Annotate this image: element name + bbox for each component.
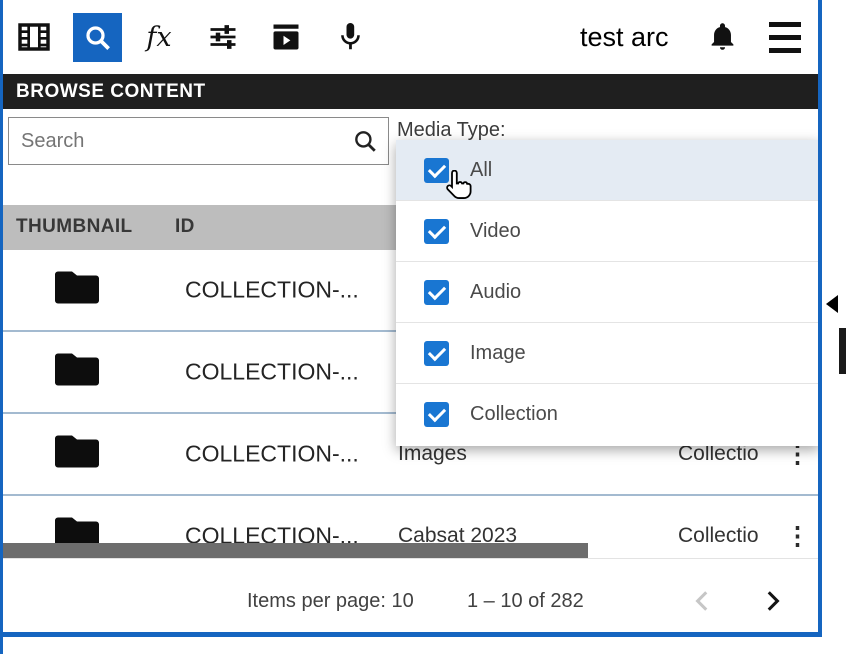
horizontal-scrollbar[interactable] (3, 543, 588, 558)
hamburger-icon (769, 48, 801, 53)
page-title: BROWSE CONTENT (16, 81, 206, 103)
folder-icon (53, 350, 101, 395)
items-per-page[interactable]: Items per page: 10 (247, 590, 414, 613)
window-frame-left (0, 0, 3, 654)
video-library-icon (271, 23, 301, 51)
microphone-icon (336, 21, 364, 53)
hamburger-icon (769, 22, 801, 27)
folder-icon (53, 432, 101, 477)
toolbar: fx test (3, 0, 818, 74)
filters-button[interactable] (199, 13, 247, 61)
media-type-label: Media Type: (397, 119, 506, 142)
option-label: Collection (470, 403, 558, 426)
film-strip-icon (18, 22, 50, 52)
effects-button[interactable]: fx (135, 13, 183, 61)
chevron-right-icon (759, 588, 785, 614)
bell-icon (708, 21, 737, 52)
row-type: Collectio (678, 524, 759, 548)
media-type-option-video[interactable]: Video (396, 201, 820, 262)
checkbox-checked-icon[interactable] (424, 402, 449, 427)
pagination-bar: Items per page: 10 1 – 10 of 282 (3, 558, 818, 632)
checkbox-checked-icon[interactable] (424, 280, 449, 305)
main-menu-button[interactable] (761, 13, 809, 61)
row-id: COLLECTION-... (185, 359, 359, 386)
items-per-page-value[interactable]: 10 (392, 590, 414, 612)
option-label: Video (470, 220, 521, 243)
search-box (8, 117, 389, 165)
film-strip-icon[interactable] (10, 13, 58, 61)
search-icon (83, 23, 113, 53)
items-per-page-label: Items per page: (247, 590, 386, 612)
chevron-left-icon (690, 588, 716, 614)
search-tab-button[interactable] (73, 13, 122, 62)
media-type-option-collection[interactable]: Collection (396, 384, 820, 445)
vertical-scrollbar[interactable] (839, 328, 846, 374)
page-range-label: 1 – 10 of 282 (467, 590, 584, 613)
row-id: COLLECTION-... (185, 277, 359, 304)
sliders-icon (208, 23, 238, 51)
search-input[interactable] (21, 130, 352, 153)
folder-icon (53, 268, 101, 313)
window-frame-bottom (0, 632, 822, 637)
row-id: COLLECTION-... (185, 441, 359, 468)
right-gutter (822, 0, 846, 654)
mouse-cursor-icon (441, 170, 472, 208)
notifications-button[interactable] (698, 12, 746, 60)
row-kebab-menu-icon[interactable]: ⋮ (785, 521, 810, 551)
column-header-id[interactable]: ID (175, 216, 195, 238)
voice-search-button[interactable] (326, 13, 374, 61)
section-header: BROWSE CONTENT (3, 74, 818, 109)
window-frame-right (818, 0, 822, 637)
app-window: fx test (0, 0, 846, 654)
fx-icon: fx (146, 22, 171, 53)
account-label[interactable]: test arc (580, 22, 669, 53)
media-type-option-audio[interactable]: Audio (396, 262, 820, 323)
previous-page-button[interactable] (683, 581, 723, 621)
panel-collapse-arrow-icon[interactable] (826, 295, 838, 313)
media-library-button[interactable] (262, 13, 310, 61)
checkbox-checked-icon[interactable] (424, 219, 449, 244)
checkbox-checked-icon[interactable] (424, 341, 449, 366)
option-label: Audio (470, 281, 521, 304)
next-page-button[interactable] (752, 581, 792, 621)
option-label: All (470, 159, 492, 182)
column-header-thumbnail[interactable]: THUMBNAIL (16, 216, 133, 238)
option-label: Image (470, 342, 526, 365)
hamburger-icon (769, 35, 801, 40)
media-type-option-image[interactable]: Image (396, 323, 820, 384)
search-field-icon[interactable] (352, 128, 378, 154)
